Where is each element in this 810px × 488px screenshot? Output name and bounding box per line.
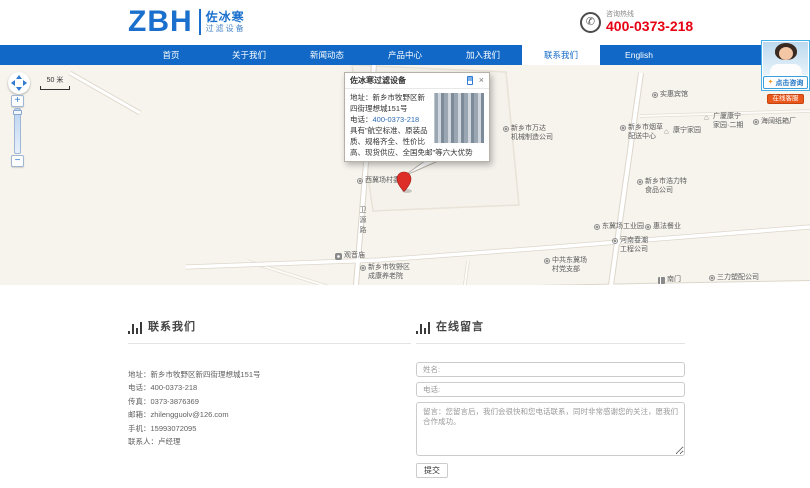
map-scale-label: 50 米 [40,75,70,85]
popup-title: 佐冰寒过滤设备 [350,75,467,86]
map-label: 惠法餐业 [645,223,681,232]
contact-title-text: 联系我们 [148,318,196,334]
map-label: 广厦康宁家园·二期 [704,113,743,130]
nav-item-contact[interactable]: 联系我们 [522,45,600,65]
poi-circle-icon [645,224,651,230]
map-zoom-in-button[interactable]: + [11,95,24,107]
contact-row-address: 地址：新乡市牧野区新四街理想城151号 [128,368,411,381]
poi-circle-icon [357,178,363,184]
logo-subtitle: 过滤设备 [206,24,246,33]
main-nav: 首页 关于我们 新闻动态 产品中心 加入我们 联系我们 English [0,45,810,65]
map-zoom-out-button[interactable]: − [11,155,24,167]
poi-house-icon [664,128,671,135]
pan-left-icon[interactable] [11,80,15,86]
poi-circle-icon [503,126,509,132]
bus-stop-icon [335,253,342,260]
nav-item-products[interactable]: 产品中心 [366,45,444,65]
site-logo[interactable]: ZBH 佐冰寒 过滤设备 [128,6,246,38]
map-canvas[interactable]: 实惠宾馆广厦康宁家园·二期 海阔纸箱厂新乡市烟草配送中心康宁家园 新乡市万达机械制造… [0,65,810,285]
poi-house-icon [704,114,711,121]
map-scale: 50 米 [40,75,70,90]
poi-circle-icon [620,125,626,131]
map-label: 观音庙 [335,252,365,261]
map-scale-bar [40,86,70,90]
pan-right-icon[interactable] [23,80,27,86]
contact-info-column: 联系我们 地址：新乡市牧野区新四街理想城151号 电话：400-0373-218… [128,318,411,478]
map-label: 新乡市烟草配送中心 [620,124,663,141]
content-section: 联系我们 地址：新乡市牧野区新四街理想城151号 电话：400-0373-218… [128,318,685,478]
logo-name: 佐冰寒 [206,11,246,24]
contact-row-phone: 电话：400-0373-218 [128,381,411,394]
map-label: 三力塑配公司 [709,274,759,283]
location-marker[interactable] [397,172,412,193]
customer-service-photo[interactable] [763,42,808,75]
hotline: ✆ 咨询热线 400-0373-218 [580,11,693,34]
map-zoom-slider[interactable] [14,108,21,154]
pan-down-icon[interactable] [16,87,22,91]
poi-circle-icon [360,265,366,271]
star-icon: ✦ [768,79,774,86]
message-form-column: 在线留言 提交 [416,318,685,478]
poi-circle-icon [652,92,658,98]
phone-icon: ✆ [580,12,601,33]
map-info-popup: 佐冰寒过滤设备 × 地址：新乡市牧野区新四街理想城151号 电话：400-037… [344,72,490,162]
contact-row-fax: 传真：0373-3876369 [128,395,411,408]
nav-item-about[interactable]: 关于我们 [210,45,288,65]
contact-row-mobile: 手机：15993072095 [128,422,411,435]
map-label: 南门 [658,276,681,285]
close-icon[interactable]: × [479,76,484,85]
poi-circle-icon [594,224,600,230]
road-label: 卫源路 [357,206,367,236]
map-label: 东冀场工业园 [594,223,644,232]
form-title-text: 在线留言 [436,318,484,334]
form-title: 在线留言 [416,318,685,344]
bars-icon [128,322,142,334]
mobile-icon[interactable] [467,76,473,85]
map-label: 实惠宾馆 [652,91,688,100]
nav-item-home[interactable]: 首页 [132,45,210,65]
logo-abbr: ZBH [128,6,193,38]
poi-circle-icon [753,119,759,125]
map-pan-control[interactable] [8,72,30,94]
map-label: 新乡市牧野区成康养老院 [360,264,410,281]
logo-divider [199,9,201,35]
map-label: 海阔纸箱厂 [753,118,796,127]
map-label: 中共东冀场村党支部 [544,257,587,274]
poi-circle-icon [709,275,715,281]
consult-label: 点击咨询 [775,78,803,88]
consult-button[interactable]: ✦ 点击咨询 [763,76,808,89]
online-service-badge[interactable]: 在线客服 [767,94,804,104]
bars-icon [416,322,430,334]
map-label: 康宁家园 [664,127,701,136]
poi-circle-icon [612,238,618,244]
nav-item-english[interactable]: English [600,45,678,65]
contact-row-email: 邮箱：zhilengguolv@126.com [128,408,411,421]
gate-icon [658,277,665,284]
poi-circle-icon [544,258,550,264]
message-textarea[interactable] [416,402,685,456]
poi-circle-icon [637,179,643,185]
site-header: ZBH 佐冰寒 过滤设备 ✆ 咨询热线 400-0373-218 [0,0,810,45]
nav-item-join[interactable]: 加入我们 [444,45,522,65]
zoom-slider-handle[interactable] [13,110,22,115]
map-label: 河南春潮工程公司 [612,237,648,254]
pan-up-icon[interactable] [16,75,22,79]
name-input[interactable] [416,362,685,377]
contact-title: 联系我们 [128,318,411,344]
contact-row-person: 联系人：卢经理 [128,435,411,448]
product-photo [434,93,484,143]
customer-service-widget: ✦ 点击咨询 在线客服 [761,40,810,104]
map-label: 新乡市万达机械制造公司 [503,125,553,142]
submit-button[interactable]: 提交 [416,463,448,478]
nav-item-news[interactable]: 新闻动态 [288,45,366,65]
phone-input[interactable] [416,382,685,397]
hotline-number: 400-0373-218 [606,19,693,34]
map-label: 新乡市浩力特食品公司 [637,178,687,195]
message-form: 提交 [416,362,685,478]
